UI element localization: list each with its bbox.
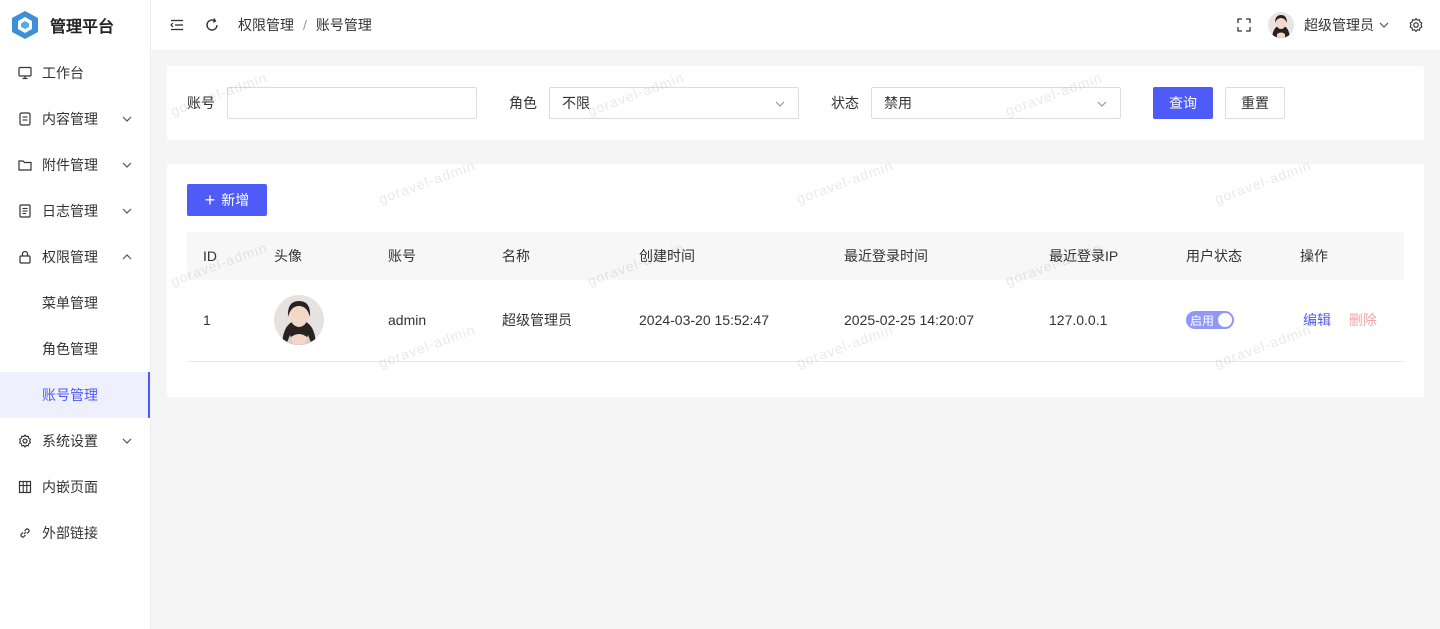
sidebar-item-external-links[interactable]: 外部链接	[0, 510, 150, 556]
cell-name: 超级管理员	[502, 312, 572, 329]
breadcrumb-separator: /	[303, 17, 307, 33]
collapse-menu-icon[interactable]	[169, 17, 185, 33]
folder-icon	[17, 157, 33, 173]
main-content: 账号 角色 不限 状态 禁用 查询 重置 + 新增 ID 头像 账号 名称 创建…	[167, 66, 1424, 397]
switch-label: 启用	[1190, 313, 1215, 328]
col-header-last-ip: 最近登录IP	[1049, 248, 1119, 264]
cell-last-login: 2025-02-25 14:20:07	[844, 312, 974, 329]
chevron-down-icon	[122, 162, 132, 168]
monitor-icon	[17, 65, 33, 81]
sidebar-item-menus[interactable]: 菜单管理	[0, 280, 150, 326]
settings-gear-icon[interactable]	[1408, 17, 1424, 33]
header-actions: 超级管理员	[1236, 0, 1424, 50]
sidebar-item-embedded[interactable]: 内嵌页面	[0, 464, 150, 510]
chevron-down-icon	[122, 116, 132, 122]
chevron-down-icon	[122, 438, 132, 444]
sidebar-item-content[interactable]: 内容管理	[0, 96, 150, 142]
breadcrumb-item[interactable]: 权限管理	[238, 15, 294, 35]
grid-icon	[17, 479, 33, 495]
search-form: 账号 角色 不限 状态 禁用 查询 重置	[167, 66, 1424, 140]
top-header: 权限管理 / 账号管理 超级管理员	[151, 0, 1440, 50]
query-button[interactable]: 查询	[1153, 87, 1213, 119]
cell-account: admin	[388, 312, 427, 329]
role-label: 角色	[509, 95, 537, 111]
table-header-row: ID 头像 账号 名称 创建时间 最近登录时间 最近登录IP 用户状态 操作	[187, 232, 1404, 280]
sidebar-item-label: 系统设置	[42, 433, 98, 449]
account-label: 账号	[187, 95, 215, 111]
logo-icon	[12, 11, 38, 39]
document-icon	[17, 111, 33, 127]
sidebar-item-label: 菜单管理	[42, 295, 98, 311]
sidebar: 管理平台 工作台 内容管理 附件管理 日志管理 权限管理 菜单管理 角色管理 账…	[0, 0, 151, 629]
sidebar-item-accounts[interactable]: 账号管理	[0, 372, 150, 418]
status-select[interactable]: 禁用	[871, 87, 1121, 119]
sidebar-item-label: 工作台	[42, 65, 84, 81]
sidebar-item-settings[interactable]: 系统设置	[0, 418, 150, 464]
add-button[interactable]: + 新增	[187, 184, 267, 216]
status-switch[interactable]: 启用	[1186, 311, 1234, 330]
table-card: + 新增 ID 头像 账号 名称 创建时间 最近登录时间 最近登录IP 用户状态…	[167, 164, 1424, 397]
plus-icon: +	[204, 190, 216, 210]
chevron-down-icon	[122, 208, 132, 214]
col-header-status: 用户状态	[1186, 248, 1242, 264]
status-label: 状态	[831, 95, 859, 111]
add-button-label: 新增	[221, 192, 250, 208]
sidebar-item-label: 角色管理	[42, 341, 98, 357]
cell-status: 启用	[1170, 280, 1284, 361]
delete-link[interactable]: 删除	[1349, 312, 1377, 328]
fullscreen-icon[interactable]	[1236, 17, 1252, 33]
role-select-value: 不限	[562, 95, 590, 111]
refresh-icon[interactable]	[204, 17, 220, 33]
cell-id: 1	[203, 312, 211, 329]
chevron-down-icon	[1097, 101, 1107, 107]
col-header-name: 名称	[502, 248, 530, 264]
sidebar-item-attachments[interactable]: 附件管理	[0, 142, 150, 188]
sidebar-item-label: 账号管理	[42, 387, 98, 403]
link-icon	[17, 525, 33, 541]
account-input[interactable]	[227, 87, 477, 119]
lock-icon	[17, 249, 33, 265]
sidebar-item-label: 内嵌页面	[42, 479, 98, 495]
sidebar-item-dashboard[interactable]: 工作台	[0, 50, 150, 96]
role-select[interactable]: 不限	[549, 87, 799, 119]
cell-created: 2024-03-20 15:52:47	[639, 312, 769, 329]
log-icon	[17, 203, 33, 219]
avatar	[274, 295, 324, 346]
breadcrumb-item-current: 账号管理	[315, 17, 372, 33]
col-header-created: 创建时间	[639, 248, 695, 264]
breadcrumb: 权限管理 / 账号管理	[238, 15, 372, 35]
sidebar-item-permissions[interactable]: 权限管理	[0, 234, 150, 280]
reset-button[interactable]: 重置	[1225, 87, 1285, 119]
app-title: 管理平台	[50, 19, 115, 36]
logo[interactable]: 管理平台	[0, 0, 150, 50]
col-header-avatar: 头像	[274, 248, 302, 264]
chevron-up-icon	[122, 254, 132, 260]
col-header-last-login: 最近登录时间	[844, 248, 928, 264]
sidebar-item-label: 日志管理	[42, 203, 98, 219]
col-header-account: 账号	[388, 248, 416, 264]
user-avatar[interactable]	[1268, 12, 1294, 38]
switch-knob	[1218, 313, 1232, 328]
table-row: 1 admin 超级管理员 2024-03-20 15:52:47 2025-0…	[187, 280, 1404, 361]
sidebar-item-logs[interactable]: 日志管理	[0, 188, 150, 234]
sidebar-item-label: 内容管理	[42, 111, 98, 127]
cell-last-ip: 127.0.0.1	[1049, 312, 1108, 329]
sidebar-item-label: 权限管理	[42, 249, 98, 265]
chevron-down-icon[interactable]	[1378, 19, 1390, 31]
col-header-id: ID	[203, 248, 217, 264]
sidebar-item-roles[interactable]: 角色管理	[0, 326, 150, 372]
chevron-down-icon	[775, 101, 785, 107]
cell-actions: 编辑 删除	[1284, 280, 1404, 361]
edit-link[interactable]: 编辑	[1303, 312, 1331, 328]
accounts-table: ID 头像 账号 名称 创建时间 最近登录时间 最近登录IP 用户状态 操作 1	[187, 232, 1404, 362]
cell-avatar	[258, 280, 372, 361]
col-header-actions: 操作	[1300, 248, 1328, 264]
sidebar-item-label: 附件管理	[42, 157, 98, 173]
gear-icon	[17, 433, 33, 449]
sidebar-item-label: 外部链接	[42, 525, 98, 541]
username[interactable]: 超级管理员	[1304, 15, 1374, 35]
status-select-value: 禁用	[884, 95, 912, 111]
